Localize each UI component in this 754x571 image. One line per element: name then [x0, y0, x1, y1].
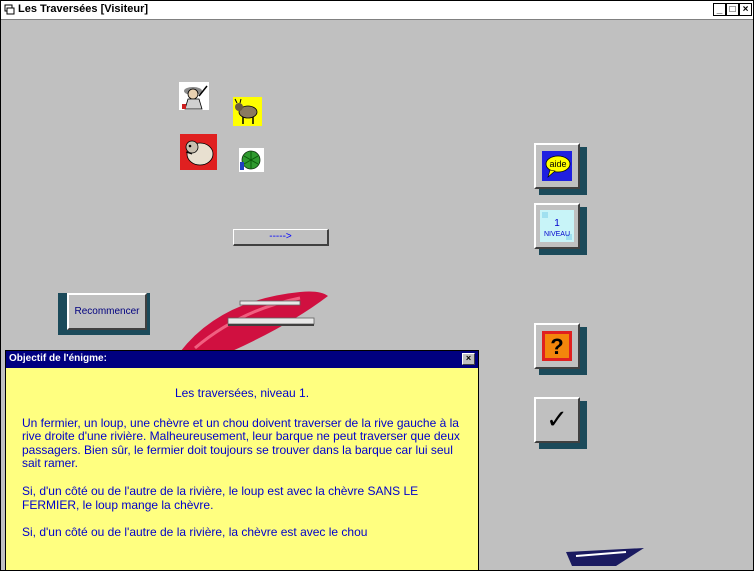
level-number: 1: [554, 218, 560, 229]
dialog-body: Les traversées, niveau 1. Un fermier, un…: [22, 386, 462, 554]
right-boat-icon[interactable]: [566, 548, 646, 568]
restart-button[interactable]: Recommencer: [67, 293, 147, 330]
level-label: NIVEAU: [544, 231, 570, 238]
dialog-close-button[interactable]: ×: [462, 353, 475, 365]
app-icon: [4, 4, 15, 15]
dialog-title: Objectif de l'énigme:: [9, 353, 107, 364]
window-title: Les Traversées [Visiteur]: [18, 3, 149, 15]
checkmark-icon: ✓: [546, 405, 568, 435]
objective-dialog: Objectif de l'énigme: × Les traversées, …: [5, 350, 479, 571]
validate-button[interactable]: ✓: [534, 397, 580, 443]
minimize-button[interactable]: _: [713, 3, 726, 16]
close-button[interactable]: ×: [739, 3, 752, 16]
dialog-paragraph: Si, d'un côté ou de l'autre de la rivièr…: [22, 483, 419, 512]
farmer-icon[interactable]: [179, 82, 209, 110]
maximize-button[interactable]: □: [726, 3, 739, 16]
level-button[interactable]: 1 NIVEAU: [534, 203, 580, 249]
dialog-heading: Les traversées, niveau 1.: [174, 386, 310, 400]
dialog-paragraph: Un fermier, un loup, une chèvre et un ch…: [22, 415, 460, 471]
goat-icon[interactable]: [233, 97, 262, 126]
question-icon: ?: [542, 331, 572, 361]
level-icon: 1 NIVEAU: [540, 210, 574, 242]
help-label: aide: [549, 159, 566, 169]
dialog-title-bar: Objectif de l'énigme: ×: [6, 351, 478, 368]
boat-icon[interactable]: [180, 290, 330, 352]
cross-river-button[interactable]: ----->: [233, 229, 329, 246]
hint-label: ?: [550, 334, 563, 359]
help-icon: aide: [542, 151, 572, 181]
hint-button[interactable]: ?: [534, 323, 580, 369]
help-button[interactable]: aide: [534, 143, 580, 189]
cabbage-icon[interactable]: [239, 148, 264, 172]
title-bar: Les Traversées [Visiteur] _ □ ×: [1, 1, 753, 20]
wolf-icon[interactable]: [180, 134, 217, 170]
dialog-paragraph: Si, d'un côté ou de l'autre de la rivièr…: [22, 525, 368, 540]
